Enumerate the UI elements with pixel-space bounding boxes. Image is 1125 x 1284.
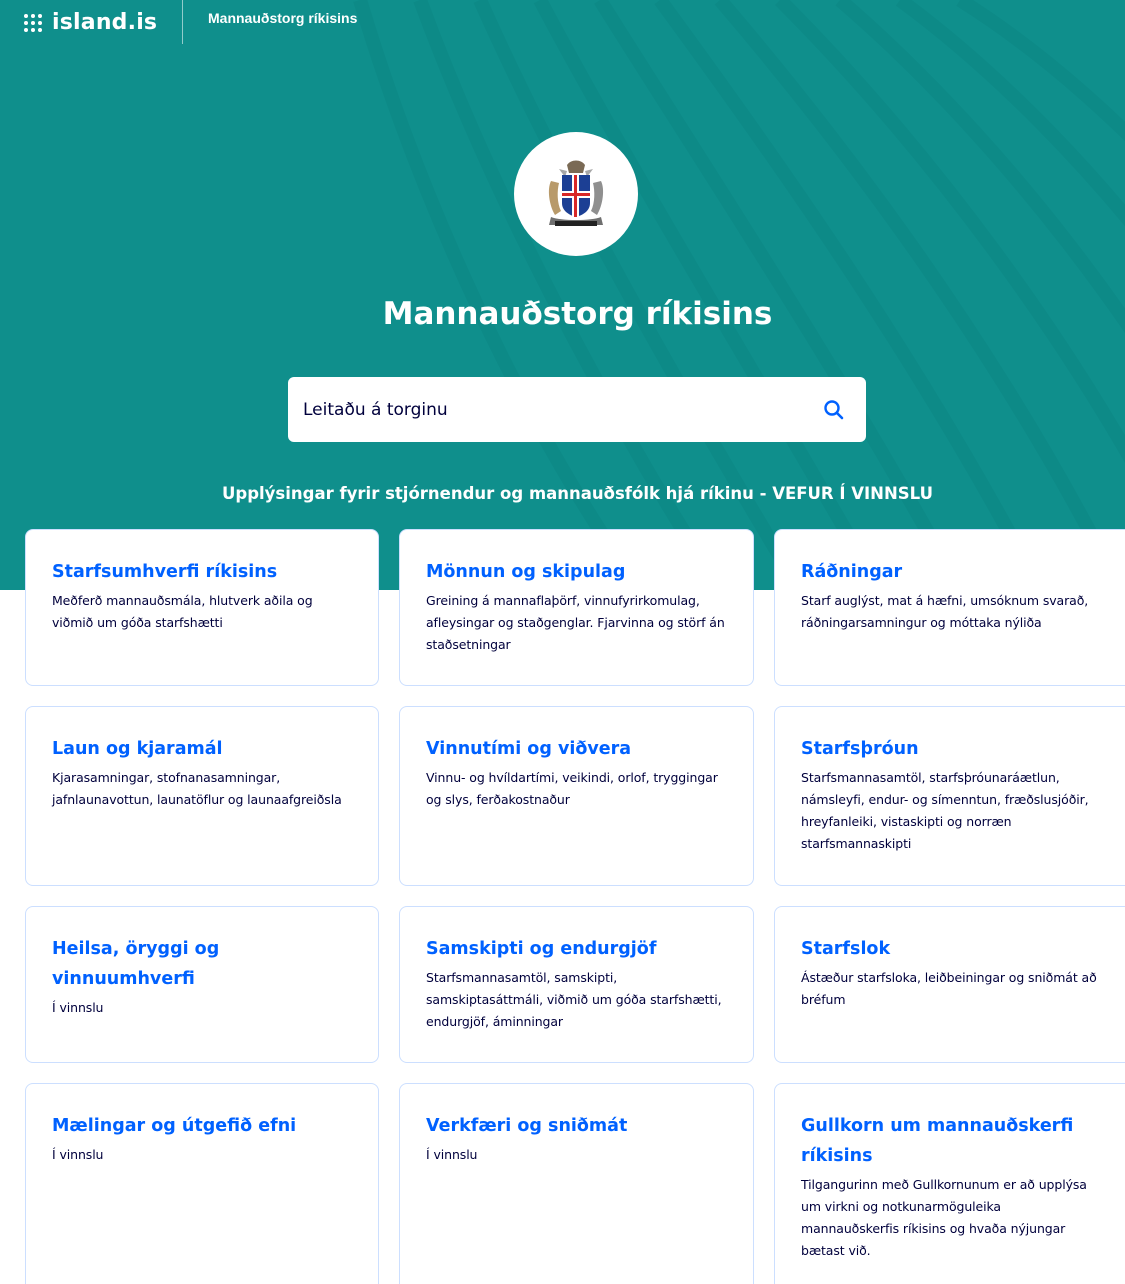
category-card[interactable]: Starfsþróun Starfsmannasamtöl, starfsþró… [774, 706, 1125, 886]
category-card[interactable]: Starfsumhverfi ríkisins Meðferð mannauðs… [25, 529, 379, 686]
card-description: Í vinnslu [426, 1147, 478, 1162]
card-title[interactable]: Verkfæri og sniðmát [426, 1111, 727, 1141]
grid-dots-icon [24, 12, 44, 32]
card-title[interactable]: Mælingar og útgefið efni [52, 1111, 352, 1141]
category-card[interactable]: Vinnutími og viðvera Vinnu- og hvíldartí… [399, 706, 754, 886]
card-description: Í vinnslu [52, 1147, 104, 1162]
search-box [288, 377, 866, 442]
card-title[interactable]: Starfsþróun [801, 734, 1099, 764]
card-description: Meðferð mannauðsmála, hlutverk aðila og … [52, 593, 313, 630]
category-card[interactable]: Laun og kjaramál Kjarasamningar, stofnan… [25, 706, 379, 886]
top-navigation-bar: island.is Mannauðstorg ríkisins [0, 0, 1125, 44]
category-card[interactable]: Verkfæri og sniðmát Í vinnslu [399, 1083, 754, 1284]
category-card[interactable]: Gullkorn um mannauðskerfi ríkisins Tilga… [774, 1083, 1125, 1284]
site-name-link[interactable]: Mannauðstorg ríkisins [208, 10, 357, 26]
category-card[interactable]: Samskipti og endurgjöf Starfsmannasamtöl… [399, 906, 754, 1063]
category-card[interactable]: Ráðningar Starf auglýst, mat á hæfni, um… [774, 529, 1125, 686]
hero-subtitle: Upplýsingar fyrir stjórnendur og mannauð… [222, 484, 933, 503]
page-title: Mannauðstorg ríkisins [382, 296, 773, 332]
card-title[interactable]: Vinnutími og viðvera [426, 734, 727, 764]
card-description: Vinnu- og hvíldartími, veikindi, orlof, … [426, 770, 718, 807]
category-card[interactable]: Mönnun og skipulag Greining á mannaflaþö… [399, 529, 754, 686]
card-description: Greining á mannaflaþörf, vinnufyrirkomul… [426, 593, 725, 652]
card-title[interactable]: Samskipti og endurgjöf [426, 934, 727, 964]
card-title[interactable]: Laun og kjaramál [52, 734, 352, 764]
card-description: Ástæður starfsloka, leiðbeiningar og sni… [801, 970, 1097, 1007]
card-description: Starf auglýst, mat á hæfni, umsóknum sva… [801, 593, 1089, 630]
search-input[interactable] [303, 389, 803, 430]
card-description: Starfsmannasamtöl, starfsþróunaráætlun, … [801, 770, 1089, 851]
logo-text: island.is [52, 9, 158, 35]
card-description: Starfsmannasamtöl, samskipti, samskiptas… [426, 970, 722, 1029]
category-card[interactable]: Starfslok Ástæður starfsloka, leiðbeinin… [774, 906, 1125, 1063]
emblem-badge [514, 132, 638, 256]
card-title[interactable]: Starfslok [801, 934, 1099, 964]
card-title[interactable]: Mönnun og skipulag [426, 557, 727, 587]
header-divider [182, 0, 183, 44]
card-description: Í vinnslu [52, 1000, 104, 1015]
card-description: Tilgangurinn með Gullkornunum er að uppl… [801, 1177, 1087, 1258]
card-title[interactable]: Starfsumhverfi ríkisins [52, 557, 352, 587]
category-card[interactable]: Heilsa, öryggi og vinnuumhverfi Í vinnsl… [25, 906, 379, 1063]
category-card[interactable]: Mælingar og útgefið efni Í vinnslu [25, 1083, 379, 1284]
card-title[interactable]: Ráðningar [801, 557, 1099, 587]
card-description: Kjarasamningar, stofnanasamningar, jafnl… [52, 770, 342, 807]
card-title[interactable]: Gullkorn um mannauðskerfi ríkisins [801, 1111, 1099, 1171]
island-is-logo[interactable]: island.is [24, 6, 157, 38]
card-title[interactable]: Heilsa, öryggi og vinnuumhverfi [52, 934, 352, 994]
icelandic-coat-of-arms-icon [548, 160, 604, 226]
search-icon[interactable] [822, 398, 846, 422]
